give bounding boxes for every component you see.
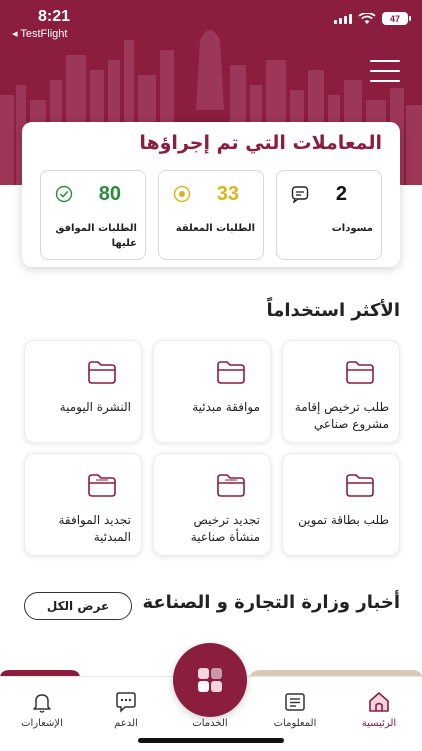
bell-icon — [33, 694, 51, 713]
tile-label: موافقة مبدئية — [192, 400, 260, 414]
testflight-back-link[interactable]: ◂ TestFlight — [12, 27, 67, 40]
services-fab-button[interactable] — [173, 643, 247, 717]
battery-icon: 47 — [382, 12, 411, 25]
tile-renew-initial-approval[interactable]: تجديد الموافقة المبدئية — [24, 453, 142, 556]
folder-icon — [346, 474, 374, 497]
tile-renew-industrial-facility[interactable]: تجديد ترخيص منشأة صناعية — [153, 453, 271, 556]
tab-home[interactable]: الرئيسية — [344, 690, 414, 729]
check-circle-icon — [55, 185, 73, 203]
document-folder-icon — [88, 474, 116, 497]
status-indicators: 47 — [334, 12, 411, 25]
tile-label: طلب ترخيص إقامة مشروع صناعي — [294, 400, 389, 431]
hamburger-icon-line — [370, 60, 400, 62]
pending-label: الطلبات المعلقة — [175, 223, 255, 234]
tab-notifications-label: الإشعارات — [21, 718, 63, 729]
folder-icon — [346, 361, 374, 384]
wifi-icon — [358, 12, 376, 24]
tab-support[interactable]: الدعم — [91, 690, 161, 729]
tile-label: تجديد ترخيص منشأة صناعية — [190, 513, 260, 544]
view-all-button[interactable]: عرض الكل — [24, 592, 132, 620]
tab-information-label: المعلومات — [273, 718, 317, 729]
home-icon — [369, 692, 389, 712]
news-section-title: أخبار وزارة التجارة و الصناعة — [142, 592, 400, 613]
drafts-stat-card[interactable]: 2 مسودات — [276, 170, 382, 260]
transactions-title: المعاملات التي تم إجراؤها — [139, 132, 382, 154]
pending-dot-icon — [173, 185, 191, 203]
tab-services-label: الخدمات — [192, 718, 228, 729]
drafts-count: 2 — [335, 183, 347, 205]
approved-count: 80 — [98, 183, 121, 205]
pending-count: 33 — [216, 183, 239, 205]
info-board-icon — [285, 693, 305, 711]
pending-stat-card[interactable]: 33 الطلبات المعلقة — [158, 170, 264, 260]
signal-icon — [334, 13, 352, 24]
grid-icon — [198, 668, 222, 692]
drafts-label: مسودات — [331, 223, 373, 234]
tile-label: طلب بطاقة تموين — [298, 513, 389, 527]
tile-initial-approval[interactable]: موافقة مبدئية — [153, 340, 271, 443]
document-folder-icon — [217, 474, 245, 497]
tab-information[interactable]: المعلومات — [260, 690, 330, 729]
tab-notifications[interactable]: الإشعارات — [7, 690, 77, 729]
home-indicator — [138, 738, 284, 743]
hamburger-icon-line — [370, 80, 400, 82]
tile-ration-card-request[interactable]: طلب بطاقة تموين — [282, 453, 400, 556]
hamburger-icon-line — [370, 70, 400, 72]
chat-icon — [291, 186, 309, 203]
transactions-card: المعاملات التي تم إجراؤها 2 مسودات 33 ال… — [22, 122, 400, 267]
tile-label: تجديد الموافقة المبدئية — [58, 513, 131, 544]
approved-label: الطلبات الموافق عليها — [55, 223, 137, 249]
hamburger-menu-button[interactable] — [370, 60, 400, 82]
folder-icon — [217, 361, 245, 384]
status-time: 8:21 — [38, 8, 71, 25]
tab-support-label: الدعم — [114, 718, 138, 729]
tile-daily-bulletin[interactable]: النشرة اليومية — [24, 340, 142, 443]
approved-stat-card[interactable]: 80 الطلبات الموافق عليها — [40, 170, 146, 260]
tile-industrial-project-license[interactable]: طلب ترخيص إقامة مشروع صناعي — [282, 340, 400, 443]
most-used-title: الأكثر استخداماً — [266, 300, 400, 321]
folder-icon — [88, 361, 116, 384]
support-chat-icon — [116, 692, 136, 713]
tile-label: النشرة اليومية — [59, 400, 131, 414]
tab-home-label: الرئيسية — [361, 718, 397, 729]
